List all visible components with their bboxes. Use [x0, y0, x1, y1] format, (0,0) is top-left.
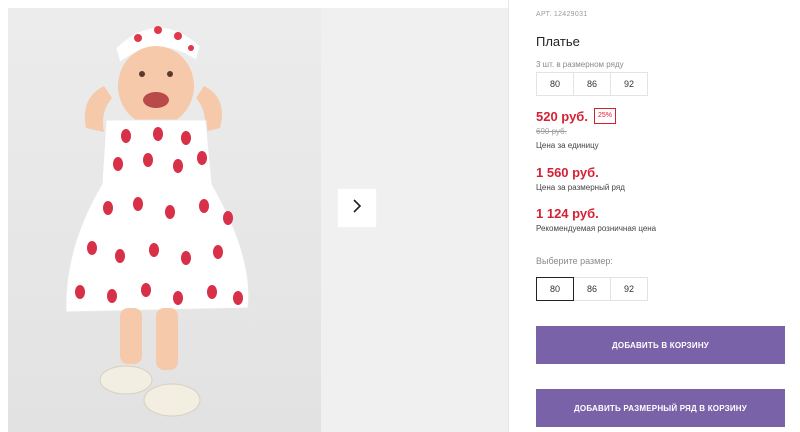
current-price: 520 руб. [536, 108, 588, 124]
article-number: АРТ. 12429031 [536, 11, 588, 18]
set-price: 1 560 руб. [536, 165, 599, 180]
next-image-button[interactable] [338, 189, 376, 227]
chevron-right-icon [351, 198, 363, 219]
product-photo [8, 8, 321, 432]
unit-price-note: Цена за единицу [536, 141, 599, 150]
set-size-86: 86 [573, 72, 611, 96]
set-price-note: Цена за размерный ряд [536, 183, 625, 192]
set-label: 3 шт. в размерном ряду [536, 60, 624, 69]
add-to-cart-button[interactable]: ДОБАВИТЬ В КОРЗИНУ [536, 326, 785, 364]
add-set-to-cart-button[interactable]: ДОБАВИТЬ РАЗМЕРНЫЙ РЯД В КОРЗИНУ [536, 389, 785, 427]
set-size-92: 92 [610, 72, 648, 96]
child-in-strawberry-dress-image [65, 26, 250, 417]
size-option-86[interactable]: 86 [573, 277, 611, 301]
product-gallery [8, 8, 508, 432]
size-option-80[interactable]: 80 [536, 277, 574, 301]
old-price: 690 руб. [536, 127, 567, 136]
size-option-92[interactable]: 92 [610, 277, 648, 301]
set-sizes: 80 86 92 [536, 72, 648, 96]
retail-price-note: Рекомендуемая розничная цена [536, 224, 657, 233]
set-size-80: 80 [536, 72, 574, 96]
product-title: Платье [536, 34, 580, 49]
price-block: 520 руб. 25% [536, 108, 616, 124]
discount-badge: 25% [593, 108, 616, 124]
panel-divider [508, 0, 509, 432]
retail-price: 1 124 руб. [536, 206, 599, 221]
choose-size-label: Выберите размер: [536, 256, 613, 266]
size-selector: 80 86 92 [536, 277, 648, 301]
